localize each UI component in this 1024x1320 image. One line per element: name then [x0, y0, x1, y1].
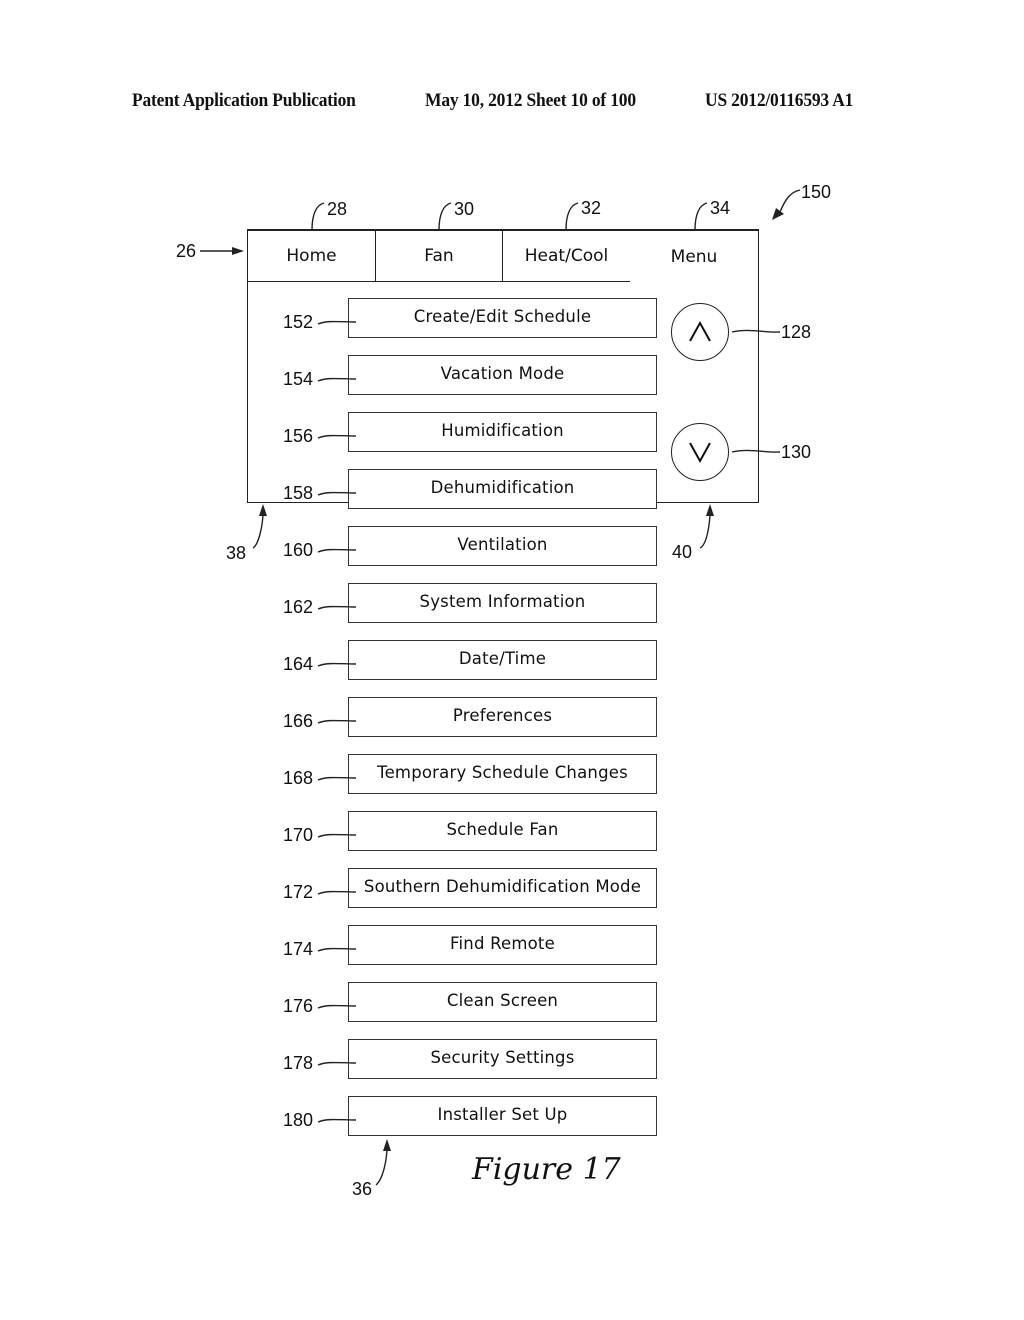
scroll-down-button[interactable] [671, 423, 729, 481]
ref-screen: 150 [801, 182, 832, 202]
ref-left-region: 38 [226, 543, 247, 563]
ref-menu-item: 170 [283, 825, 314, 845]
patent-number: US 2012/0116593 A1 [705, 90, 854, 111]
menu-item-button[interactable]: System Information [348, 583, 657, 623]
menu-item-label: Temporary Schedule Changes [377, 762, 628, 782]
scroll-up-button[interactable] [671, 303, 729, 361]
menu-item-button[interactable]: Schedule Fan [348, 811, 657, 851]
chevron-up-icon [689, 320, 711, 342]
menu-item-button[interactable]: Vacation Mode [348, 355, 657, 395]
ref-menu-item: 152 [283, 312, 314, 332]
tab-label: Fan [424, 246, 454, 266]
ref-menu-item: 174 [283, 939, 314, 959]
menu-item-button[interactable]: Create/Edit Schedule [348, 298, 657, 338]
ref-menu-item: 178 [283, 1053, 314, 1073]
menu-item-button[interactable]: Find Remote [348, 925, 657, 965]
ref-scroll-up: 128 [781, 322, 812, 342]
menu-item-label: Clean Screen [446, 990, 559, 1010]
publication-label: Patent Application Publication [132, 90, 356, 111]
ref-menu-item: 156 [283, 426, 314, 446]
tab-label: Menu [670, 246, 718, 267]
ref-menu-item: 166 [283, 711, 314, 731]
menu-item-button[interactable]: Security Settings [348, 1039, 657, 1079]
menu-item-button[interactable]: Southern Dehumidification Mode [348, 868, 657, 908]
ref-menu-item: 154 [283, 369, 314, 389]
menu-item-label: System Information [419, 591, 586, 611]
ref-menu-item: 160 [283, 540, 314, 560]
menu-item-label: Humidification [441, 420, 564, 440]
figure-caption: Figure 17 [472, 1152, 621, 1187]
ref-tab-heat-cool: 32 [581, 198, 602, 218]
date-sheet-label: May 10, 2012 Sheet 10 of 100 [425, 90, 636, 111]
menu-item-label: Create/Edit Schedule [413, 306, 592, 326]
menu-item-label: Security Settings [430, 1047, 575, 1067]
ref-menu-item: 176 [283, 996, 314, 1016]
menu-item-label: Ventilation [457, 534, 548, 554]
menu-item-label: Dehumidification [430, 477, 575, 497]
menu-item-button[interactable]: Installer Set Up [348, 1096, 657, 1136]
ref-scroll-down: 130 [781, 442, 812, 462]
ref-list: 36 [352, 1179, 373, 1199]
menu-item-label: Southern Dehumidification Mode [363, 876, 642, 896]
menu-item-label: Installer Set Up [437, 1104, 568, 1124]
ref-menu-item: 168 [283, 768, 314, 788]
menu-item-button[interactable]: Humidification [348, 412, 657, 452]
menu-item-label: Find Remote [450, 933, 555, 953]
ref-tab-fan: 30 [454, 199, 475, 219]
menu-item-label: Preferences [452, 705, 553, 725]
tab-label: Heat/Cool [524, 246, 609, 266]
ref-menu-item: 180 [283, 1110, 314, 1130]
chevron-down-icon [689, 442, 711, 464]
ref-menu-item: 172 [283, 882, 314, 902]
ref-tab-home: 28 [327, 199, 348, 219]
menu-item-button[interactable]: Dehumidification [348, 469, 657, 509]
tab-heat-cool[interactable]: Heat/Cool [502, 230, 631, 282]
ref-right-region: 40 [672, 542, 693, 562]
ref-tab-bar: 26 [176, 241, 197, 261]
menu-item-button[interactable]: Preferences [348, 697, 657, 737]
tab-home[interactable]: Home [247, 230, 376, 282]
ref-tab-menu: 34 [710, 198, 731, 218]
tab-fan[interactable]: Fan [375, 230, 503, 282]
tab-menu[interactable]: Menu [630, 230, 759, 282]
ref-menu-item: 164 [283, 654, 314, 674]
menu-item-button[interactable]: Temporary Schedule Changes [348, 754, 657, 794]
menu-item-button[interactable]: Date/Time [348, 640, 657, 680]
menu-item-label: Date/Time [458, 648, 547, 668]
tab-label: Home [286, 246, 337, 266]
ref-menu-item: 158 [283, 483, 314, 503]
menu-item-label: Schedule Fan [446, 819, 559, 839]
menu-item-button[interactable]: Ventilation [348, 526, 657, 566]
menu-item-button[interactable]: Clean Screen [348, 982, 657, 1022]
ref-menu-item: 162 [283, 597, 314, 617]
menu-item-label: Vacation Mode [440, 363, 565, 383]
